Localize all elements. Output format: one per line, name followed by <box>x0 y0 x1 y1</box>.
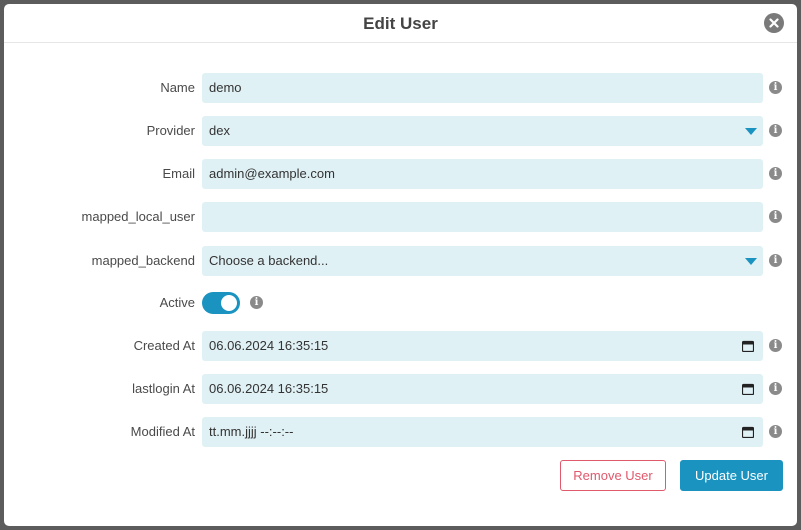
mapped-backend-value: Choose a backend... <box>209 253 329 268</box>
active-label: Active <box>159 295 195 310</box>
email-field[interactable]: admin@example.com <box>202 159 763 189</box>
info-icon[interactable]: i <box>250 296 263 309</box>
created-at-input[interactable]: 06.06.2024 16:35:15 <box>202 331 763 361</box>
name-label: Name <box>160 80 195 95</box>
info-icon[interactable]: i <box>769 339 782 352</box>
provider-label: Provider <box>146 123 195 138</box>
calendar-icon[interactable] <box>742 340 754 352</box>
toggle-knob <box>221 295 237 311</box>
lastlogin-at-input[interactable]: 06.06.2024 16:35:15 <box>202 374 763 404</box>
info-icon[interactable]: i <box>769 382 782 395</box>
modified-at-value: tt.mm.jjjj --:--:-- <box>209 424 294 439</box>
update-user-button[interactable]: Update User <box>680 460 783 491</box>
chevron-down-icon <box>745 258 757 265</box>
created-at-label: Created At <box>133 338 195 353</box>
active-row: Active i <box>4 288 797 318</box>
lastlogin-at-row: lastlogin At 06.06.2024 16:35:15 i <box>4 374 797 404</box>
email-row: Email admin@example.com i <box>4 159 797 189</box>
active-toggle[interactable] <box>202 292 240 314</box>
mapped-backend-label: mapped_backend <box>91 253 195 268</box>
lastlogin-at-value: 06.06.2024 16:35:15 <box>209 381 329 396</box>
info-icon[interactable]: i <box>769 124 782 137</box>
provider-select[interactable]: dex <box>202 116 763 146</box>
created-at-value: 06.06.2024 16:35:15 <box>209 338 329 353</box>
dialog-title: Edit User <box>363 14 438 33</box>
info-icon[interactable]: i <box>769 425 782 438</box>
calendar-icon[interactable] <box>742 426 754 438</box>
modified-at-input[interactable]: tt.mm.jjjj --:--:-- <box>202 417 763 447</box>
calendar-icon[interactable] <box>742 383 754 395</box>
info-icon[interactable]: i <box>769 254 782 267</box>
provider-value: dex <box>209 123 230 138</box>
email-value: admin@example.com <box>209 166 335 181</box>
mapped-local-user-label: mapped_local_user <box>81 209 195 224</box>
edit-user-dialog: Edit User Name demo i Provider dex i Ema… <box>4 4 797 526</box>
name-input[interactable]: demo <box>202 73 763 103</box>
info-icon[interactable]: i <box>769 210 782 223</box>
modified-at-label: Modified At <box>130 424 195 439</box>
close-icon[interactable] <box>764 13 784 33</box>
info-icon[interactable]: i <box>769 167 782 180</box>
mapped-local-user-input[interactable] <box>202 202 763 232</box>
mapped-backend-row: mapped_backend Choose a backend... i <box>4 246 797 276</box>
created-at-row: Created At 06.06.2024 16:35:15 i <box>4 331 797 361</box>
provider-row: Provider dex i <box>4 116 797 146</box>
chevron-down-icon <box>745 128 757 135</box>
dialog-header: Edit User <box>4 4 797 43</box>
remove-user-button[interactable]: Remove User <box>560 460 666 491</box>
info-icon[interactable]: i <box>769 81 782 94</box>
lastlogin-at-label: lastlogin At <box>132 381 195 396</box>
modified-at-row: Modified At tt.mm.jjjj --:--:-- i <box>4 417 797 447</box>
name-row: Name demo i <box>4 73 797 103</box>
mapped-local-user-row: mapped_local_user i <box>4 202 797 232</box>
name-value: demo <box>209 80 242 95</box>
mapped-backend-select[interactable]: Choose a backend... <box>202 246 763 276</box>
email-label: Email <box>162 166 195 181</box>
